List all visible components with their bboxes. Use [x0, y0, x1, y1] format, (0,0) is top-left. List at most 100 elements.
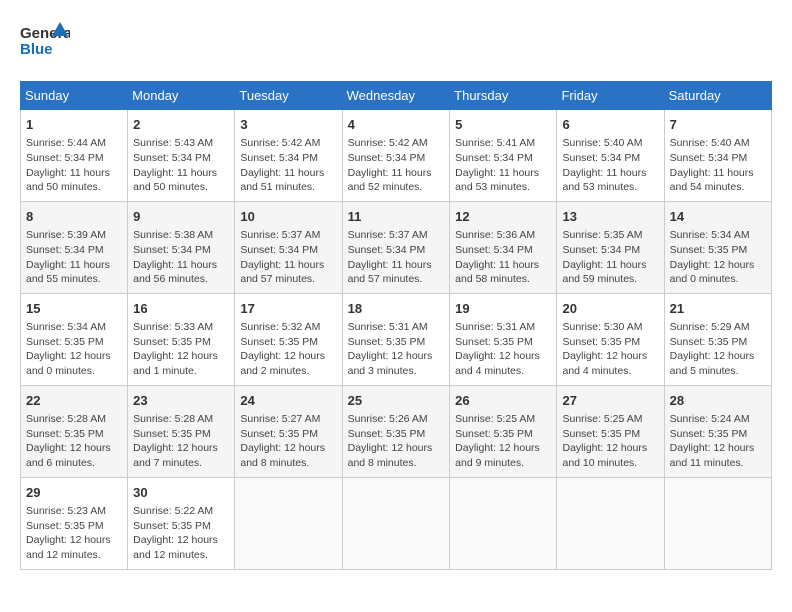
day-number: 7 — [670, 116, 766, 134]
column-header-thursday: Thursday — [450, 82, 557, 110]
day-info: Sunrise: 5:40 AMSunset: 5:34 PMDaylight:… — [562, 136, 658, 195]
calendar-body: 1 Sunrise: 5:44 AMSunset: 5:34 PMDaylight… — [21, 110, 772, 570]
day-number: 23 — [133, 392, 229, 410]
calendar-cell: 4 Sunrise: 5:42 AMSunset: 5:34 PMDaylight… — [342, 110, 450, 202]
day-info: Sunrise: 5:26 AMSunset: 5:35 PMDaylight:… — [348, 412, 445, 471]
calendar-cell: 9 Sunrise: 5:38 AMSunset: 5:34 PMDaylight… — [128, 201, 235, 293]
calendar-cell: 19 Sunrise: 5:31 AMSunset: 5:35 PMDayligh… — [450, 293, 557, 385]
day-info: Sunrise: 5:31 AMSunset: 5:35 PMDaylight:… — [348, 320, 445, 379]
calendar-cell: 29 Sunrise: 5:23 AMSunset: 5:35 PMDayligh… — [21, 477, 128, 569]
day-info: Sunrise: 5:40 AMSunset: 5:34 PMDaylight:… — [670, 136, 766, 195]
day-number: 18 — [348, 300, 445, 318]
calendar-cell — [235, 477, 342, 569]
calendar-cell: 3 Sunrise: 5:42 AMSunset: 5:34 PMDaylight… — [235, 110, 342, 202]
calendar-cell: 8 Sunrise: 5:39 AMSunset: 5:34 PMDaylight… — [21, 201, 128, 293]
calendar-cell: 5 Sunrise: 5:41 AMSunset: 5:34 PMDaylight… — [450, 110, 557, 202]
column-header-monday: Monday — [128, 82, 235, 110]
day-number: 27 — [562, 392, 658, 410]
calendar-cell: 30Sunrise: 5:22 AMSunset: 5:35 PMDayligh… — [128, 477, 235, 569]
day-info: Sunrise: 5:23 AMSunset: 5:35 PMDaylight:… — [26, 504, 122, 563]
day-info: Sunrise: 5:27 AMSunset: 5:35 PMDaylight:… — [240, 412, 336, 471]
day-number: 16 — [133, 300, 229, 318]
day-info: Sunrise: 5:24 AMSunset: 5:35 PMDaylight:… — [670, 412, 766, 471]
calendar-header-row: SundayMondayTuesdayWednesdayThursdayFrid… — [21, 82, 772, 110]
day-info: Sunrise: 5:42 AMSunset: 5:34 PMDaylight:… — [240, 136, 336, 195]
calendar-table: SundayMondayTuesdayWednesdayThursdayFrid… — [20, 81, 772, 570]
column-header-friday: Friday — [557, 82, 664, 110]
day-number: 25 — [348, 392, 445, 410]
day-number: 19 — [455, 300, 551, 318]
calendar-cell: 20Sunrise: 5:30 AMSunset: 5:35 PMDayligh… — [557, 293, 664, 385]
calendar-cell: 2 Sunrise: 5:43 AMSunset: 5:34 PMDaylight… — [128, 110, 235, 202]
day-info: Sunrise: 5:28 AMSunset: 5:35 PMDaylight:… — [26, 412, 122, 471]
column-header-tuesday: Tuesday — [235, 82, 342, 110]
day-number: 15 — [26, 300, 122, 318]
day-number: 6 — [562, 116, 658, 134]
calendar-cell: 13 Sunrise: 5:35 AMSunset: 5:34 PMDayligh… — [557, 201, 664, 293]
calendar-cell: 24 Sunrise: 5:27 AMSunset: 5:35 PMDayligh… — [235, 385, 342, 477]
day-info: Sunrise: 5:39 AMSunset: 5:34 PMDaylight:… — [26, 228, 122, 287]
logo-svg: General Blue — [20, 20, 70, 65]
day-number: 22 — [26, 392, 122, 410]
day-number: 21 — [670, 300, 766, 318]
day-number: 8 — [26, 208, 122, 226]
day-info: Sunrise: 5:37 AMSunset: 5:34 PMDaylight:… — [348, 228, 445, 287]
day-number: 9 — [133, 208, 229, 226]
day-info: Sunrise: 5:28 AMSunset: 5:35 PMDaylight:… — [133, 412, 229, 471]
calendar-cell — [342, 477, 450, 569]
day-number: 12 — [455, 208, 551, 226]
calendar-cell: 15Sunrise: 5:34 AMSunset: 5:35 PMDayligh… — [21, 293, 128, 385]
calendar-cell: 21Sunrise: 5:29 AMSunset: 5:35 PMDayligh… — [664, 293, 771, 385]
day-number: 20 — [562, 300, 658, 318]
day-info: Sunrise: 5:25 AMSunset: 5:35 PMDaylight:… — [562, 412, 658, 471]
logo: General Blue — [20, 20, 70, 65]
calendar-cell: 18 Sunrise: 5:31 AMSunset: 5:35 PMDayligh… — [342, 293, 450, 385]
calendar-week-row: 22 Sunrise: 5:28 AMSunset: 5:35 PMDayligh… — [21, 385, 772, 477]
day-number: 3 — [240, 116, 336, 134]
calendar-cell: 12Sunrise: 5:36 AMSunset: 5:34 PMDayligh… — [450, 201, 557, 293]
day-number: 28 — [670, 392, 766, 410]
day-number: 29 — [26, 484, 122, 502]
day-info: Sunrise: 5:34 AMSunset: 5:35 PMDaylight:… — [670, 228, 766, 287]
calendar-cell — [557, 477, 664, 569]
calendar-cell — [664, 477, 771, 569]
calendar-week-row: 8 Sunrise: 5:39 AMSunset: 5:34 PMDaylight… — [21, 201, 772, 293]
column-header-wednesday: Wednesday — [342, 82, 450, 110]
calendar-cell — [450, 477, 557, 569]
day-info: Sunrise: 5:38 AMSunset: 5:34 PMDaylight:… — [133, 228, 229, 287]
day-number: 4 — [348, 116, 445, 134]
calendar-cell: 22 Sunrise: 5:28 AMSunset: 5:35 PMDayligh… — [21, 385, 128, 477]
day-number: 5 — [455, 116, 551, 134]
day-number: 2 — [133, 116, 229, 134]
calendar-cell: 7 Sunrise: 5:40 AMSunset: 5:34 PMDaylight… — [664, 110, 771, 202]
day-info: Sunrise: 5:43 AMSunset: 5:34 PMDaylight:… — [133, 136, 229, 195]
calendar-cell: 1 Sunrise: 5:44 AMSunset: 5:34 PMDaylight… — [21, 110, 128, 202]
calendar-cell: 10 Sunrise: 5:37 AMSunset: 5:34 PMDayligh… — [235, 201, 342, 293]
calendar-cell: 16 Sunrise: 5:33 AMSunset: 5:35 PMDayligh… — [128, 293, 235, 385]
day-number: 14 — [670, 208, 766, 226]
calendar-week-row: 15Sunrise: 5:34 AMSunset: 5:35 PMDayligh… — [21, 293, 772, 385]
day-info: Sunrise: 5:37 AMSunset: 5:34 PMDaylight:… — [240, 228, 336, 287]
day-info: Sunrise: 5:41 AMSunset: 5:34 PMDaylight:… — [455, 136, 551, 195]
day-number: 11 — [348, 208, 445, 226]
column-header-saturday: Saturday — [664, 82, 771, 110]
calendar-cell: 26Sunrise: 5:25 AMSunset: 5:35 PMDayligh… — [450, 385, 557, 477]
day-number: 24 — [240, 392, 336, 410]
calendar-cell: 23 Sunrise: 5:28 AMSunset: 5:35 PMDayligh… — [128, 385, 235, 477]
day-number: 26 — [455, 392, 551, 410]
day-info: Sunrise: 5:35 AMSunset: 5:34 PMDaylight:… — [562, 228, 658, 287]
calendar-cell: 27 Sunrise: 5:25 AMSunset: 5:35 PMDayligh… — [557, 385, 664, 477]
day-info: Sunrise: 5:32 AMSunset: 5:35 PMDaylight:… — [240, 320, 336, 379]
day-info: Sunrise: 5:42 AMSunset: 5:34 PMDaylight:… — [348, 136, 445, 195]
calendar-cell: 11 Sunrise: 5:37 AMSunset: 5:34 PMDayligh… — [342, 201, 450, 293]
day-info: Sunrise: 5:44 AMSunset: 5:34 PMDaylight:… — [26, 136, 122, 195]
day-number: 13 — [562, 208, 658, 226]
day-info: Sunrise: 5:33 AMSunset: 5:35 PMDaylight:… — [133, 320, 229, 379]
day-number: 1 — [26, 116, 122, 134]
calendar-cell: 17Sunrise: 5:32 AMSunset: 5:35 PMDayligh… — [235, 293, 342, 385]
day-info: Sunrise: 5:22 AMSunset: 5:35 PMDaylight:… — [133, 504, 229, 563]
day-info: Sunrise: 5:31 AMSunset: 5:35 PMDaylight:… — [455, 320, 551, 379]
calendar-cell: 14 Sunrise: 5:34 AMSunset: 5:35 PMDayligh… — [664, 201, 771, 293]
day-number: 10 — [240, 208, 336, 226]
svg-text:Blue: Blue — [20, 41, 53, 58]
